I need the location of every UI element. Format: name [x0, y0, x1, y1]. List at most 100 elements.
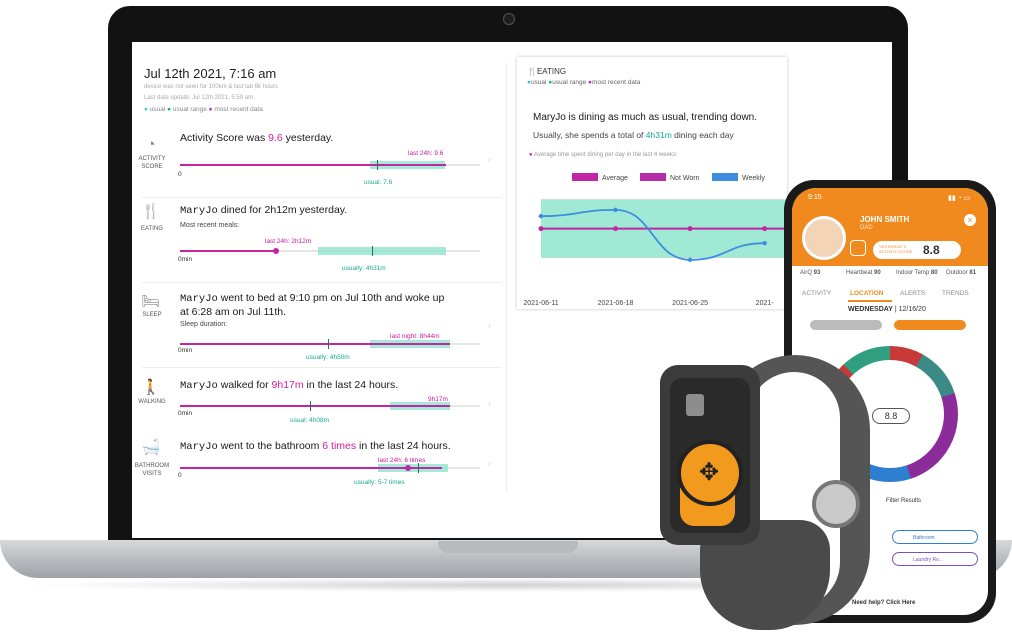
eating-bar — [180, 250, 276, 252]
activity-label-1: ACTIVITY — [138, 156, 166, 162]
date-label: WEDNESDAY | 12/16/20 — [848, 306, 926, 313]
filter-toggle-left[interactable] — [810, 320, 882, 330]
activity-usual-tick — [377, 160, 378, 170]
eating-panel-headline: MaryJo is dining as much as usual, trend… — [533, 112, 758, 123]
eating-panel-title: 🍴EATING — [527, 67, 567, 76]
average-point — [538, 226, 544, 232]
weekly-point — [613, 207, 618, 213]
eating-last: last 24h: 2h12m — [265, 238, 312, 245]
tab-activity[interactable]: ACTIVITY — [802, 290, 831, 297]
sleep-sub: Sleep duration: — [180, 321, 228, 328]
chat-icon[interactable] — [850, 240, 866, 256]
weekly-point — [687, 257, 693, 262]
average-point — [613, 226, 619, 232]
update-note: Last data update: Jul 12th 2021, 5:59 am — [144, 95, 254, 101]
legend-swatch — [640, 173, 666, 181]
stat-indoor: Indoor Temp 80 — [896, 270, 938, 276]
tab-underline — [848, 300, 892, 302]
datetime: Jul 12th 2021, 7:16 am — [144, 66, 277, 81]
eating-usual-tick — [372, 246, 373, 256]
sleep-chevron-icon[interactable]: › — [488, 320, 491, 330]
eating-label: EATING — [141, 226, 163, 232]
stat-heartbeat: Heartbeat 90 — [846, 270, 881, 276]
eating-chart: Average Not Worn Weekly 2021-06-11 2021-06-… — [523, 173, 787, 307]
bathroom-chevron-icon[interactable]: › — [488, 458, 491, 468]
walking-chevron-icon[interactable]: › — [488, 398, 491, 408]
filter-results[interactable]: Filter Results — [886, 498, 921, 504]
bathroom-recent-dot — [405, 465, 411, 471]
walking-zero: 0min — [178, 410, 193, 417]
chip-laundry[interactable]: Laundry Ro... — [892, 552, 978, 566]
weekly-point — [762, 240, 767, 246]
watch-sensor — [686, 394, 704, 416]
tab-alerts[interactable]: ALERTS — [900, 290, 925, 297]
sleep-summary-2: at 6:28 am on Jul 11th. — [180, 306, 287, 318]
bathroom-summary: MaryJo went to the bathroom 6 times in t… — [180, 440, 451, 453]
stats-row: AirQ 93 Heartbeat 90 Indoor Temp 80 Outd… — [800, 268, 980, 286]
chart-plot — [538, 199, 787, 262]
fork-knife-icon: 🍴 — [527, 67, 537, 76]
signal-icon: ▮▮ ◔ ▭ — [948, 195, 971, 202]
divider — [506, 62, 507, 492]
bathroom-zero: 0 — [178, 472, 182, 479]
score-value: 8.8 — [923, 243, 940, 257]
legend-recent: most recent data — [214, 106, 263, 113]
average-point — [762, 226, 768, 232]
legend: ● usual ● usual range ● most recent data — [144, 106, 263, 113]
walking-icon: 🚶 — [141, 379, 161, 396]
eating-panel-sub: Usually, she spends a total of 4h31m din… — [533, 130, 734, 140]
walking-usual-tick — [310, 401, 311, 411]
eating-panel-note: ● Average time spent dining per day in t… — [529, 152, 678, 158]
activity-usual: usual: 7.6 — [364, 179, 393, 186]
eating-panel-legend: ●usual ●usual range ●most recent data — [527, 79, 641, 86]
bathroom-label-2: VISITS — [142, 471, 162, 477]
sleep-last: last night: 8h44m — [390, 333, 440, 340]
bathroom-usual: usually: 5-7 times — [354, 479, 405, 486]
eating-recent-dot — [273, 248, 279, 254]
x-tick-label: 2021-06-25 — [672, 300, 708, 307]
bathroom-bar — [180, 467, 442, 469]
avatar[interactable] — [802, 216, 846, 260]
chip-bathroom[interactable]: Bathroom — [892, 530, 978, 544]
bed-icon: 🛏 — [141, 293, 161, 310]
stat-outdoor: Outdoor 81 — [946, 270, 977, 276]
x-tick-label: 2021-06-11 — [523, 300, 558, 307]
walking-label: WALKING — [138, 399, 166, 405]
cross-arrows-icon: ✥ — [698, 459, 720, 486]
legend-label: Not Worn — [670, 175, 700, 182]
activity-chevron-icon[interactable]: › — [488, 154, 491, 164]
clock-score: 8.8 — [872, 408, 910, 424]
divider — [142, 367, 502, 368]
activity-last: last 24h: 9.6 — [408, 150, 444, 157]
gauge-icon: ◔ — [146, 136, 156, 153]
help-link[interactable]: Need help? Click Here — [852, 600, 915, 606]
eating-zero: 0min — [178, 256, 193, 263]
walking-usual: usual: 4h08m — [290, 417, 330, 424]
tab-trends[interactable]: TRENDS — [942, 290, 969, 297]
weekly-point — [538, 213, 544, 219]
laptop-notch — [438, 541, 578, 553]
activity-score-pill[interactable]: YESTERDAY'S ACTIVITY SCORE 8.8 — [872, 240, 962, 260]
sleep-bar — [180, 343, 450, 345]
divider — [142, 197, 502, 198]
eating-range — [318, 247, 446, 255]
chart-legend: Average Not Worn Weekly — [572, 173, 765, 182]
score-label: YESTERDAY'S ACTIVITY SCORE — [879, 244, 913, 254]
sleep-usual-tick — [328, 339, 329, 349]
legend-usual: usual — [149, 106, 166, 113]
x-tick-label: 2021- — [756, 300, 775, 307]
tab-location[interactable]: LOCATION — [850, 290, 883, 297]
band-clasp — [812, 480, 860, 528]
profile-name: JOHN SMITH — [860, 215, 910, 224]
legend-swatch — [712, 173, 738, 181]
eating-sub: Most recent meals: — [180, 222, 240, 229]
profile-role: DAD — [860, 225, 873, 231]
stat-airq: AirQ 93 — [800, 270, 821, 276]
activity-summary: Activity Score was 9.6 yesterday. — [180, 132, 334, 144]
walking-bar — [180, 405, 450, 407]
x-tick-label: 2021-06-18 — [598, 300, 634, 307]
close-icon[interactable]: × — [964, 214, 976, 226]
filter-toggle-right[interactable] — [894, 320, 966, 330]
legend-swatch — [572, 173, 598, 181]
eating-summary: MaryJo dined for 2h12m yesterday. — [180, 204, 348, 217]
